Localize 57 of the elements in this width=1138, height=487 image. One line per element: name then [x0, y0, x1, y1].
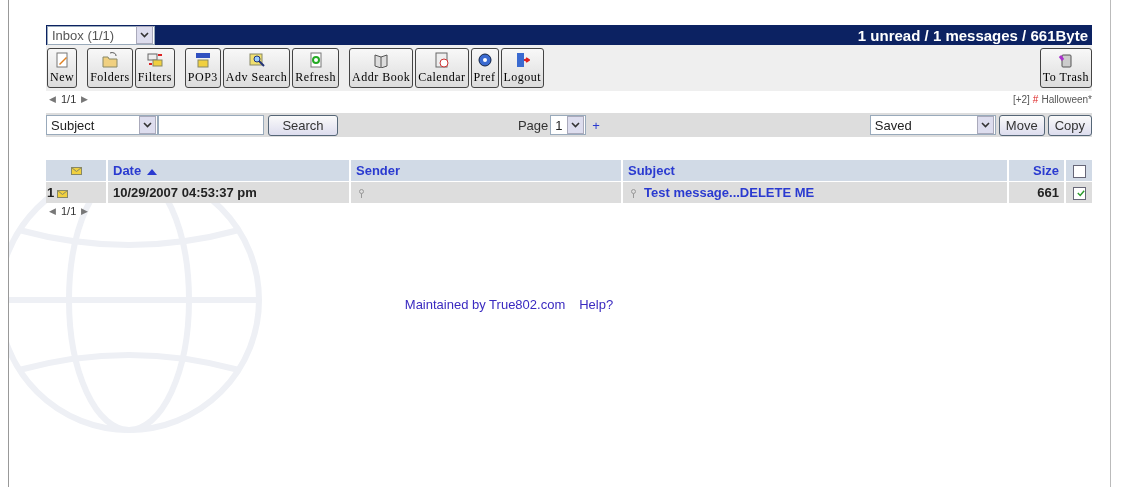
- previous-page-link[interactable]: ◀: [49, 94, 56, 104]
- mailbox-summary: 1 unread / 1 messages / 661Byte: [857, 26, 1089, 44]
- envelopes-icon: [146, 52, 163, 68]
- folder-select[interactable]: Inbox (1/1): [47, 25, 155, 45]
- document-icon: [54, 52, 71, 68]
- search-field-select[interactable]: Subject: [46, 115, 158, 135]
- toolbar-button[interactable]: Adv Search: [222, 48, 291, 88]
- column-header[interactable]: Date: [113, 163, 142, 178]
- search-button[interactable]: Search: [268, 114, 338, 136]
- trash-can-icon: [1057, 52, 1074, 68]
- to-trash-button[interactable]: To Trash: [1039, 48, 1092, 88]
- toolbar-button[interactable]: Folders: [87, 48, 133, 88]
- tag-count: [+2]: [1012, 93, 1030, 105]
- page-count: 1/1: [61, 205, 77, 217]
- toolbar-button[interactable]: Addr Book: [349, 48, 414, 88]
- credit-link[interactable]: Maintained by True802.com: [404, 297, 566, 312]
- target-folder-select[interactable]: Saved: [869, 115, 996, 135]
- size-cell: 661: [1037, 185, 1059, 200]
- toolbar-button[interactable]: Logout: [500, 48, 545, 88]
- pin-icon: [359, 189, 364, 199]
- toolbar-button[interactable]: POP3: [184, 48, 221, 88]
- column-header[interactable]: Subject: [628, 163, 675, 178]
- toolbar-button[interactable]: New: [47, 48, 78, 88]
- book-icon: [373, 52, 390, 68]
- caret-icon: [980, 122, 990, 128]
- envelope-icon: [70, 167, 82, 175]
- row-number: 1: [47, 185, 55, 200]
- refresh-icon: [307, 52, 324, 68]
- page-count: 1/1: [61, 93, 77, 105]
- page-select[interactable]: 1: [550, 115, 587, 135]
- caret-icon: [140, 32, 149, 38]
- add-page-link[interactable]: +: [592, 117, 600, 133]
- next-page-link[interactable]: ▶: [81, 206, 89, 216]
- page-label: Page: [517, 117, 549, 133]
- tag-hash: #: [1032, 93, 1039, 105]
- column-header[interactable]: Sender: [356, 163, 401, 178]
- toolbar-button[interactable]: Refresh: [292, 48, 339, 88]
- caret-icon: [143, 122, 152, 128]
- caret-icon: [571, 122, 581, 128]
- toolbar-button[interactable]: Calendar: [415, 48, 469, 88]
- next-page-link[interactable]: ▶: [81, 94, 89, 104]
- magnifier-icon: [248, 52, 265, 68]
- row-checkbox[interactable]: [1072, 187, 1086, 201]
- search-input[interactable]: [158, 115, 264, 135]
- help-link[interactable]: Help?: [579, 297, 614, 312]
- previous-page-link[interactable]: ◀: [49, 206, 56, 216]
- folder-icon: [101, 52, 118, 68]
- date-cell: 10/29/2007 04:53:37 pm: [113, 185, 257, 200]
- tag-link[interactable]: Halloween*: [1041, 93, 1092, 105]
- toolbar-button[interactable]: Pref: [470, 48, 499, 88]
- envelope-icon: [194, 52, 211, 68]
- select-all-checkbox[interactable]: [1072, 165, 1086, 179]
- toolbar-button[interactable]: Filters: [134, 48, 175, 88]
- move-button[interactable]: Move: [998, 114, 1045, 136]
- exit-door-icon: [514, 52, 531, 68]
- copy-button[interactable]: Copy: [1047, 114, 1092, 136]
- pin-icon: [631, 189, 636, 199]
